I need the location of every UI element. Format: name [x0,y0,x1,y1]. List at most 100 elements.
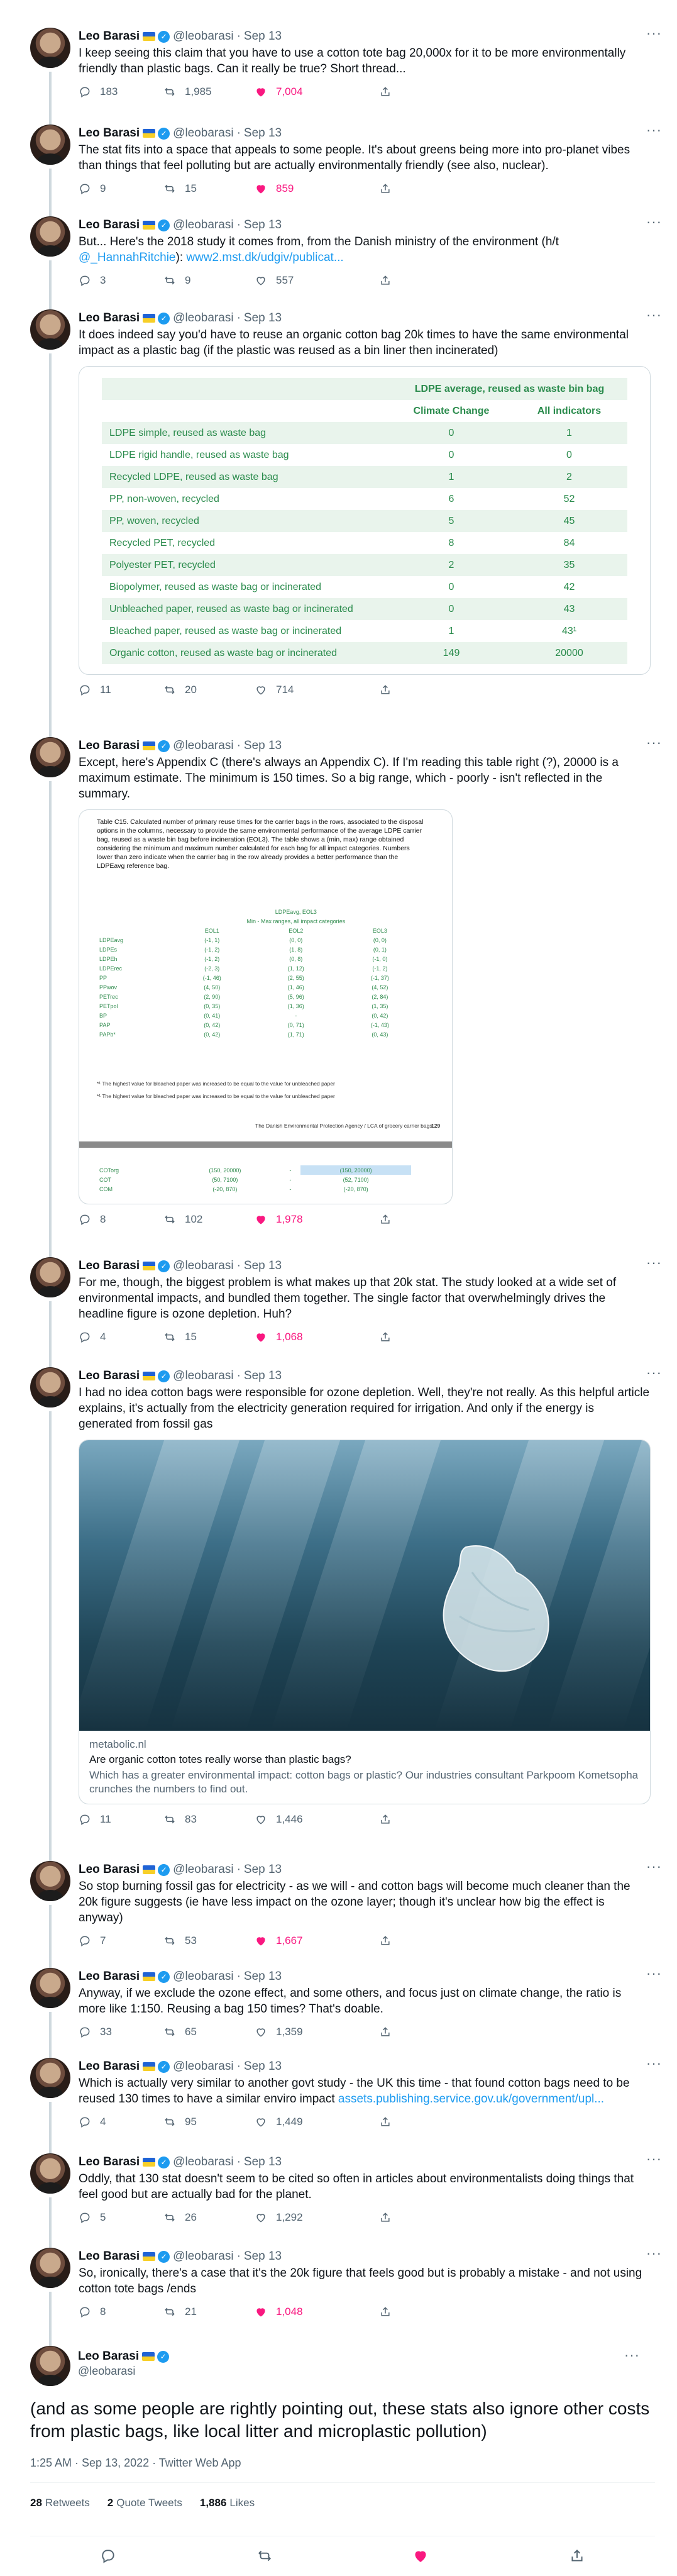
retweet-button[interactable] [256,2548,273,2567]
author-handle[interactable]: @leobarasi [173,1969,233,1984]
tweet[interactable]: Leo Barasi ✓ @leobarasi · Sep 13 ··· I h… [0,1366,677,1861]
avatar[interactable] [30,1257,70,1297]
tweet[interactable]: Leo Barasi ✓ @leobarasi · Sep 13 ··· Any… [0,1967,677,2058]
reply-button[interactable]: 11 [79,684,163,696]
author-handle[interactable]: @leobarasi [173,2249,233,2264]
share-button[interactable] [379,1331,400,1343]
more-icon[interactable]: ··· [646,308,662,322]
like-button[interactable]: 1,978 [255,1213,379,1226]
quote-tweets-stat[interactable]: 2 Quote Tweets [107,2497,182,2509]
author-handle[interactable]: @leobarasi [78,2365,655,2378]
retweet-button[interactable]: 83 [163,1813,255,1826]
reply-button[interactable]: 7 [79,1935,163,1947]
like-button[interactable]: 7,004 [255,86,379,98]
tweet-date[interactable]: Sep 13 [244,738,282,753]
tweet-date[interactable]: Sep 13 [244,1368,282,1384]
avatar[interactable] [30,28,70,68]
author-handle[interactable]: @leobarasi [173,1368,233,1384]
share-button[interactable] [569,2548,585,2567]
more-icon[interactable]: ··· [646,2246,662,2260]
reply-button[interactable]: 4 [79,2116,163,2128]
retweet-button[interactable]: 9 [163,274,255,287]
retweet-button[interactable]: 102 [163,1213,255,1226]
like-button[interactable]: 1,449 [255,2116,379,2128]
tweet[interactable]: Leo Barasi ✓ @leobarasi · Sep 13 ··· I k… [0,26,677,125]
share-button[interactable] [379,2116,400,2128]
tweet-date[interactable]: Sep 13 [244,126,282,141]
share-button[interactable] [379,274,400,287]
author-handle[interactable]: @leobarasi [173,126,233,141]
avatar[interactable] [30,216,70,257]
retweets-stat[interactable]: 28 Retweets [30,2497,90,2509]
more-icon[interactable]: ··· [624,2348,640,2362]
likes-stat[interactable]: 1,886 Likes [200,2497,255,2509]
appendix-image[interactable]: Table C15. Calculated number of primary … [79,809,453,1204]
more-icon[interactable]: ··· [646,2057,662,2070]
retweet-button[interactable]: 95 [163,2116,255,2128]
like-button[interactable]: 1,068 [255,1331,379,1343]
author-name[interactable]: Leo Barasi [79,1368,140,1384]
like-button[interactable]: 557 [255,274,379,287]
retweet-button[interactable]: 26 [163,2211,255,2224]
author-name[interactable]: Leo Barasi [79,2249,140,2264]
share-button[interactable] [379,182,400,195]
reply-button[interactable]: 8 [79,1213,163,1226]
like-button[interactable]: 1,667 [255,1935,379,1947]
author-handle[interactable]: @leobarasi [173,2059,233,2074]
author-name[interactable]: Leo Barasi [79,2155,140,2170]
tweet-date[interactable]: Sep 13 [244,311,282,326]
tweet-date[interactable]: Sep 13 [244,2059,282,2074]
reply-button[interactable]: 9 [79,182,163,195]
avatar[interactable] [30,309,70,350]
author-handle[interactable]: @leobarasi [173,1258,233,1274]
article-card[interactable]: metabolic.nl Are organic cotton totes rea… [79,1440,651,1804]
tweet-date[interactable]: Sep 13 [244,29,282,44]
like-button[interactable]: 1,359 [255,2026,379,2038]
like-button[interactable]: 1,446 [255,1813,379,1826]
author-name[interactable]: Leo Barasi [79,1969,140,1984]
avatar[interactable] [30,1367,70,1407]
author-name[interactable]: Leo Barasi [79,29,140,44]
retweet-button[interactable]: 65 [163,2026,255,2038]
more-icon[interactable]: ··· [646,123,662,137]
more-icon[interactable]: ··· [646,2152,662,2166]
share-button[interactable] [379,1935,400,1947]
author-handle[interactable]: @leobarasi [173,218,233,233]
more-icon[interactable]: ··· [646,736,662,750]
reply-button[interactable]: 11 [79,1813,163,1826]
tweet[interactable]: Leo Barasi ✓ @leobarasi · Sep 13 ··· Whi… [0,2057,677,2153]
more-icon[interactable]: ··· [646,1256,662,1270]
author-name[interactable]: Leo Barasi [79,1862,140,1877]
article-title[interactable]: Are organic cotton totes really worse th… [89,1753,640,1766]
more-icon[interactable]: ··· [646,26,662,40]
share-button[interactable] [379,1813,400,1826]
share-button[interactable] [379,684,400,696]
avatar[interactable] [30,1968,70,2008]
avatar[interactable] [30,2346,70,2386]
author-name[interactable]: Leo Barasi [79,311,140,326]
reply-button[interactable] [100,2548,116,2567]
avatar[interactable] [30,1861,70,1901]
author-handle[interactable]: @leobarasi [173,1862,233,1877]
retweet-button[interactable]: 1,985 [163,86,255,98]
like-button[interactable]: 859 [255,182,379,195]
author-name[interactable]: Leo Barasi [79,2059,140,2074]
reply-button[interactable]: 33 [79,2026,163,2038]
retweet-button[interactable]: 20 [163,684,255,696]
reply-button[interactable]: 5 [79,2211,163,2224]
share-button[interactable] [379,2306,400,2318]
more-icon[interactable]: ··· [646,215,662,229]
article-image[interactable] [79,1440,650,1731]
avatar[interactable] [30,2248,70,2288]
share-button[interactable] [379,86,400,98]
retweet-button[interactable]: 15 [163,182,255,195]
reply-button[interactable]: 3 [79,274,163,287]
avatar[interactable] [30,737,70,777]
author-name[interactable]: Leo Barasi [79,126,140,141]
author-name[interactable]: Leo Barasi [79,1258,140,1274]
avatar[interactable] [30,2153,70,2194]
retweet-button[interactable]: 21 [163,2306,255,2318]
tweet-date[interactable]: Sep 13 [244,2249,282,2264]
author-handle[interactable]: @leobarasi [173,29,233,44]
tweet[interactable]: Leo Barasi ✓ @leobarasi · Sep 13 ··· So,… [0,2246,677,2348]
